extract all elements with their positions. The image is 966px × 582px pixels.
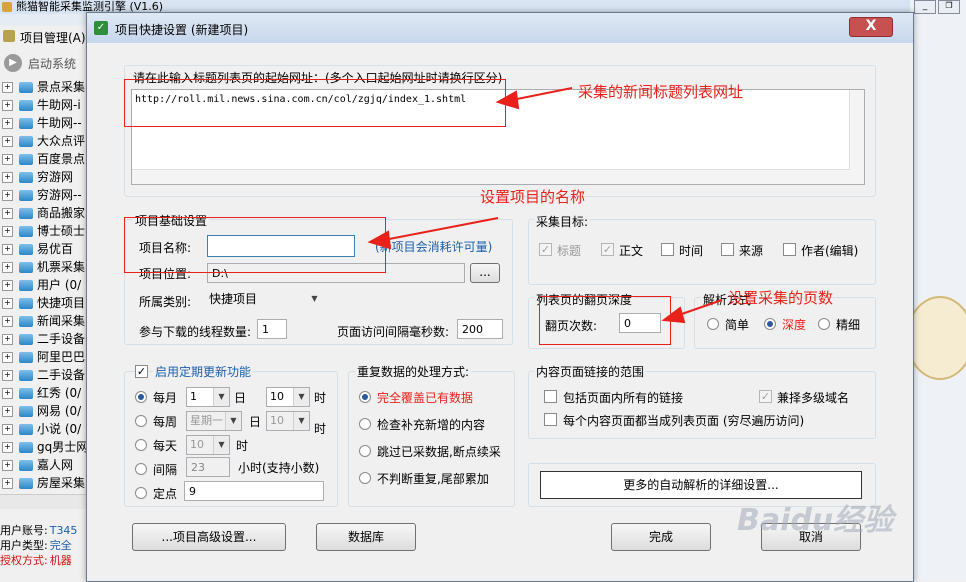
pages-arrow-line	[675, 299, 723, 317]
name-arrow-line	[383, 217, 499, 241]
url-arrowhead-icon	[495, 90, 520, 110]
pages-annotation: 设置采集的页数	[728, 289, 834, 307]
name-annotation: 设置项目的名称	[480, 188, 586, 206]
name-arrowhead-icon	[367, 230, 392, 250]
pages-arrowhead-icon	[661, 306, 686, 324]
url-annotation: 采集的新闻标题列表网址	[578, 83, 744, 101]
url-arrow-line	[511, 87, 573, 101]
